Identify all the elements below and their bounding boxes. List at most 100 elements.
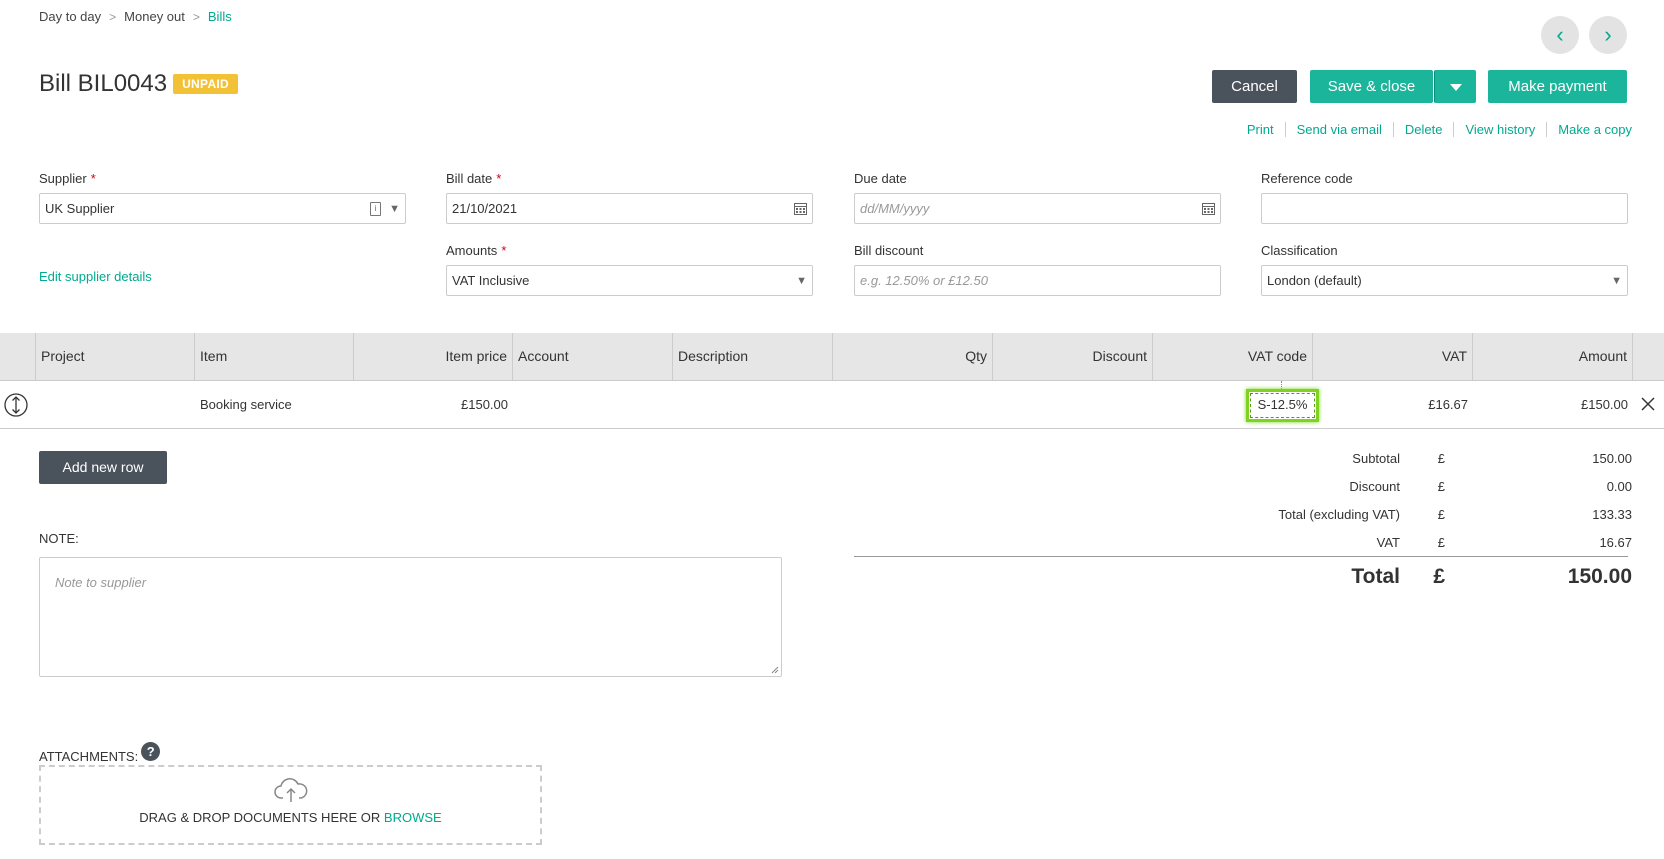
chevron-right-icon: > [192, 9, 200, 24]
add-new-row-button[interactable]: Add new row [39, 451, 167, 484]
discount-cell[interactable] [993, 381, 1153, 428]
resize-handle-icon[interactable] [771, 666, 779, 674]
breadcrumb: Day to day > Money out > Bills [39, 9, 232, 24]
column-header-vat: VAT [1313, 333, 1473, 380]
delete-link[interactable]: Delete [1392, 122, 1454, 137]
cancel-button[interactable]: Cancel [1212, 70, 1297, 103]
total-row: Total £ 150.00 [882, 560, 1632, 594]
vat-row: VAT £ 16.67 [882, 529, 1632, 557]
amounts-label: Amounts * [446, 243, 507, 258]
save-close-button[interactable]: Save & close [1310, 70, 1433, 103]
subtotal-value: 150.00 [1592, 451, 1632, 466]
due-date-placeholder: dd/MM/yyyy [860, 201, 930, 216]
contact-card-icon[interactable]: i [370, 201, 382, 216]
vat-label: VAT [1376, 535, 1400, 550]
totals-divider [854, 556, 1628, 557]
calendar-icon[interactable] [794, 202, 807, 215]
supplier-label: Supplier * [39, 171, 96, 186]
amount-cell[interactable]: £150.00 [1473, 381, 1633, 428]
edit-supplier-details-link[interactable]: Edit supplier details [39, 269, 152, 284]
next-bill-button[interactable]: › [1589, 16, 1627, 54]
chevron-down-icon: ▼ [1611, 274, 1622, 287]
currency-symbol: £ [1437, 479, 1445, 494]
qty-cell[interactable] [833, 381, 993, 428]
total-excluding-vat-label: Total (excluding VAT) [1278, 507, 1400, 522]
chevron-down-icon: ▼ [389, 202, 400, 215]
item-price-cell[interactable]: £150.00 [354, 381, 513, 428]
reference-code-label: Reference code [1261, 171, 1353, 186]
page-title: Bill BIL0043 UNPAID [39, 70, 239, 98]
currency-symbol: £ [1437, 451, 1445, 466]
due-date-label: Due date [854, 171, 907, 186]
column-header-project: Project [36, 333, 195, 380]
column-header-amount: Amount [1473, 333, 1633, 380]
supplier-value: UK Supplier [45, 201, 115, 216]
description-cell[interactable] [673, 381, 833, 428]
breadcrumb-bills[interactable]: Bills [208, 9, 232, 24]
attachments-label: ATTACHMENTS: ? [39, 742, 161, 764]
table-row: Booking service £150.00 S-12.5% £16.67 £… [0, 381, 1664, 429]
column-header-account: Account [513, 333, 673, 380]
attachments-dropzone[interactable]: DRAG & DROP DOCUMENTS HERE OR BROWSE [39, 765, 542, 845]
discount-value: 0.00 [1606, 479, 1632, 494]
column-header-description: Description [673, 333, 833, 380]
bill-date-field[interactable]: 21/10/2021 [446, 193, 813, 224]
total-excluding-vat-value: 133.33 [1592, 507, 1632, 522]
previous-bill-button[interactable]: ‹ [1541, 16, 1579, 54]
cloud-upload-icon [41, 777, 540, 806]
project-cell[interactable] [36, 381, 195, 428]
breadcrumb-money-out[interactable]: Money out [124, 9, 185, 24]
note-placeholder: Note to supplier [55, 575, 147, 590]
chevron-left-icon: ‹ [1556, 22, 1564, 47]
column-header-qty: Qty [833, 333, 993, 380]
chevron-right-icon: › [1604, 22, 1612, 47]
bill-discount-input[interactable]: e.g. 12.50% or £12.50 [854, 265, 1221, 296]
browse-link[interactable]: BROWSE [384, 810, 442, 825]
chevron-right-icon: > [109, 9, 117, 24]
send-via-email-link[interactable]: Send via email [1284, 122, 1393, 137]
classification-select[interactable]: London (default) ▼ [1261, 265, 1628, 296]
calendar-icon[interactable] [1202, 202, 1215, 215]
vat-cell[interactable]: £16.67 [1313, 381, 1473, 428]
line-items-header: Project Item Item price Account Descript… [0, 333, 1664, 381]
column-header-discount: Discount [993, 333, 1153, 380]
bill-title: Bill BIL0043 [39, 70, 168, 97]
supplier-select[interactable]: UK Supplier i ▼ [39, 193, 406, 224]
classification-value: London (default) [1267, 273, 1362, 288]
amounts-value: VAT Inclusive [452, 273, 530, 288]
account-cell[interactable] [513, 381, 673, 428]
total-value: 150.00 [1567, 565, 1632, 588]
classification-label: Classification [1261, 243, 1338, 258]
bill-discount-label: Bill discount [854, 243, 924, 258]
remove-row-icon[interactable] [1636, 381, 1660, 428]
view-history-link[interactable]: View history [1453, 122, 1546, 137]
dropzone-text: DRAG & DROP DOCUMENTS HERE OR [139, 810, 381, 825]
note-label: NOTE: [39, 531, 79, 546]
subtotal-label: Subtotal [1352, 451, 1400, 466]
print-link[interactable]: Print [1236, 122, 1285, 137]
save-options-dropdown[interactable] [1434, 70, 1476, 103]
column-header-item: Item [195, 333, 354, 380]
breadcrumb-day-to-day[interactable]: Day to day [39, 9, 101, 24]
drag-handle-icon[interactable] [3, 381, 33, 428]
due-date-field[interactable]: dd/MM/yyyy [854, 193, 1221, 224]
bill-discount-placeholder: e.g. 12.50% or £12.50 [860, 273, 988, 288]
total-excluding-vat-row: Total (excluding VAT) £ 133.33 [882, 501, 1632, 529]
vat-value: 16.67 [1599, 535, 1632, 550]
vat-code-cell[interactable]: S-12.5% [1246, 389, 1319, 422]
reference-code-input[interactable] [1261, 193, 1628, 224]
bill-date-value: 21/10/2021 [452, 201, 518, 216]
help-icon[interactable]: ? [141, 742, 161, 761]
total-label: Total [1351, 565, 1400, 588]
chevron-down-icon: ▼ [796, 274, 807, 287]
make-a-copy-link[interactable]: Make a copy [1546, 122, 1632, 137]
handle-column-header [0, 333, 36, 380]
currency-symbol: £ [1437, 535, 1445, 550]
subtotal-row: Subtotal £ 150.00 [882, 445, 1632, 473]
bill-date-label: Bill date * [446, 171, 502, 186]
make-payment-button[interactable]: Make payment [1488, 70, 1627, 103]
note-textarea[interactable]: Note to supplier [39, 557, 782, 677]
item-cell[interactable]: Booking service [195, 381, 354, 428]
discount-label: Discount [1349, 479, 1400, 494]
amounts-select[interactable]: VAT Inclusive ▼ [446, 265, 813, 296]
